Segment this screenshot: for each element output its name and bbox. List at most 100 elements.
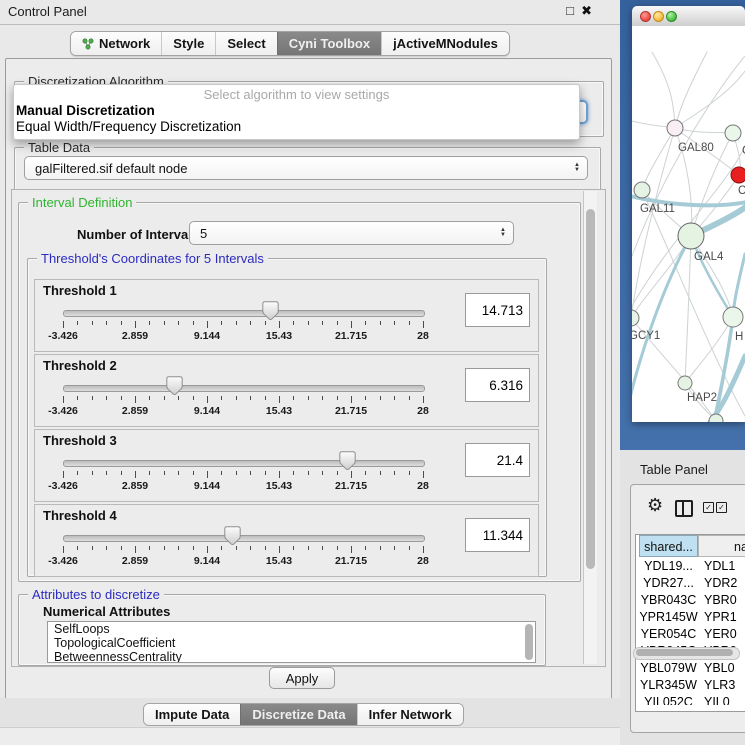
group-title-table-data: Table Data	[24, 140, 94, 155]
slider-tick-label: -3.426	[31, 405, 95, 417]
checkbox-checked-icon[interactable]: ✓	[716, 502, 727, 513]
slider-tick	[322, 471, 323, 475]
network-node[interactable]	[709, 414, 723, 422]
list-item[interactable]: TopologicalCoefficient	[48, 636, 535, 650]
control-panel: Control Panel □ ✖ NetworkStyleSelectCyni…	[0, 0, 621, 745]
dropdown-option-manual-discretization[interactable]: Manual Discretization	[16, 103, 155, 118]
list-item[interactable]: BetweennessCentrality	[48, 650, 535, 663]
vertical-scrollbar[interactable]	[583, 191, 597, 664]
cell-shared-name: YIL052C	[639, 695, 698, 705]
right-side: GAL80GCGAL11GAL4GCY1HHAP2 Table Panel ⚙ …	[620, 0, 745, 745]
network-node[interactable]	[667, 120, 683, 136]
table-row[interactable]: YPR145WYPR1	[636, 610, 745, 627]
number-of-intervals-select[interactable]: 5 ▲▼	[189, 221, 514, 245]
tab-infer-network[interactable]: Infer Network	[357, 704, 463, 725]
slider-track[interactable]	[63, 535, 425, 542]
slider-tick	[164, 321, 165, 325]
float-window-icon[interactable]: □	[566, 3, 574, 18]
list-scrollbar-thumb[interactable]	[525, 624, 533, 660]
slider-tick	[293, 546, 294, 550]
network-edge	[652, 52, 675, 128]
slider-tick	[207, 471, 208, 478]
minimize-traffic-light[interactable]	[653, 11, 664, 22]
network-window-titlebar[interactable]	[632, 6, 745, 27]
slider-tick	[149, 471, 150, 475]
slider-tick	[365, 321, 366, 325]
column-header-shared[interactable]: shared...	[639, 535, 698, 557]
table-row[interactable]: YER054CYER0	[636, 627, 745, 644]
slider-tick	[365, 546, 366, 550]
tab-jactivemnodules[interactable]: jActiveMNodules	[381, 32, 509, 55]
numerical-attributes-label: Numerical Attributes	[43, 604, 170, 619]
slider-ticks	[63, 396, 423, 405]
network-node[interactable]	[731, 167, 745, 183]
table-row[interactable]: YLR345WYLR3	[636, 678, 745, 695]
panel-title: Control Panel	[8, 4, 87, 19]
tab-impute-data[interactable]: Impute Data	[144, 704, 240, 725]
table-row[interactable]: YBL079WYBL0	[636, 661, 745, 678]
horizontal-scrollbar[interactable]	[633, 647, 740, 660]
slider-tick-label: 2.859	[103, 330, 167, 342]
table-rows: YDL19...YDL1YDR27...YDR2YBR043CYBR0YPR14…	[636, 559, 745, 705]
slider-tick	[337, 321, 338, 325]
threshold-value-field[interactable]: 6.316	[465, 368, 530, 402]
network-icon	[82, 38, 94, 50]
cell-shared-name: YLR345W	[639, 678, 698, 692]
cell-name: YER0	[704, 627, 745, 641]
network-node[interactable]	[678, 223, 704, 249]
table-row[interactable]: YBR043CYBR0	[636, 593, 745, 610]
slider-handle[interactable]	[224, 526, 241, 545]
gear-icon[interactable]: ⚙	[647, 495, 663, 516]
network-node[interactable]	[632, 310, 639, 326]
slider-handle[interactable]	[262, 301, 279, 320]
slider-track[interactable]	[63, 310, 425, 317]
slider-tick	[77, 546, 78, 550]
threshold-value-field[interactable]: 21.4	[465, 443, 530, 477]
slider-track[interactable]	[63, 385, 425, 392]
dropdown-prompt: Select algorithm to view settings	[14, 87, 579, 102]
vertical-scrollbar-thumb[interactable]	[586, 209, 595, 569]
network-edge	[685, 236, 691, 383]
numerical-attributes-list[interactable]: SelfLoopsTopologicalCoefficientBetweenne…	[47, 621, 536, 663]
threshold-value-field[interactable]: 11.344	[465, 518, 530, 552]
network-node[interactable]	[725, 125, 741, 141]
slider-tick	[178, 396, 179, 400]
tab-select[interactable]: Select	[215, 32, 276, 55]
checkbox-checked-icon[interactable]: ✓	[703, 502, 714, 513]
group-title-attributes: Attributes to discretize	[28, 587, 164, 602]
network-canvas[interactable]: GAL80GCGAL11GAL4GCY1HHAP2	[632, 26, 745, 422]
slider-tick	[322, 321, 323, 325]
tab-cyni-toolbox[interactable]: Cyni Toolbox	[277, 32, 381, 55]
table-row[interactable]: YDR27...YDR2	[636, 576, 745, 593]
table-data-select[interactable]: galFiltered.sif default node ▲▼	[24, 156, 588, 180]
tab-style[interactable]: Style	[161, 32, 215, 55]
threshold-value-field[interactable]: 14.713	[465, 293, 530, 327]
slider-tick	[337, 546, 338, 550]
split-columns-icon[interactable]	[675, 500, 693, 517]
close-icon[interactable]: ✖	[581, 3, 592, 19]
slider-tick	[265, 396, 266, 400]
slider-tick	[351, 396, 352, 403]
tab-network[interactable]: Network	[71, 32, 161, 55]
slider-tick-label: 9.144	[175, 480, 239, 492]
network-node[interactable]	[723, 307, 743, 327]
list-item[interactable]: SelfLoops	[48, 622, 535, 636]
slider-track[interactable]	[63, 460, 425, 467]
zoom-traffic-light[interactable]	[666, 11, 677, 22]
slider-tick	[394, 471, 395, 475]
apply-button[interactable]: Apply	[269, 667, 335, 689]
slider-handle[interactable]	[166, 376, 183, 395]
slider-tick	[380, 471, 381, 475]
dropdown-option-equal-width-frequency-discretization[interactable]: Equal Width/Frequency Discretization	[16, 119, 241, 134]
tab-discretize-data[interactable]: Discretize Data	[240, 704, 356, 725]
close-traffic-light[interactable]	[640, 11, 651, 22]
network-node[interactable]	[634, 182, 650, 198]
horizontal-scrollbar-thumb[interactable]	[636, 649, 733, 656]
slider-tick-label: 21.715	[319, 480, 383, 492]
column-header-name[interactable]: name	[698, 535, 745, 557]
table-row[interactable]: YDL19...YDL1	[636, 559, 745, 576]
table-row[interactable]: YIL052CYIL0	[636, 695, 745, 705]
slider-tick	[308, 396, 309, 400]
network-node[interactable]	[678, 376, 692, 390]
slider-handle[interactable]	[339, 451, 356, 470]
